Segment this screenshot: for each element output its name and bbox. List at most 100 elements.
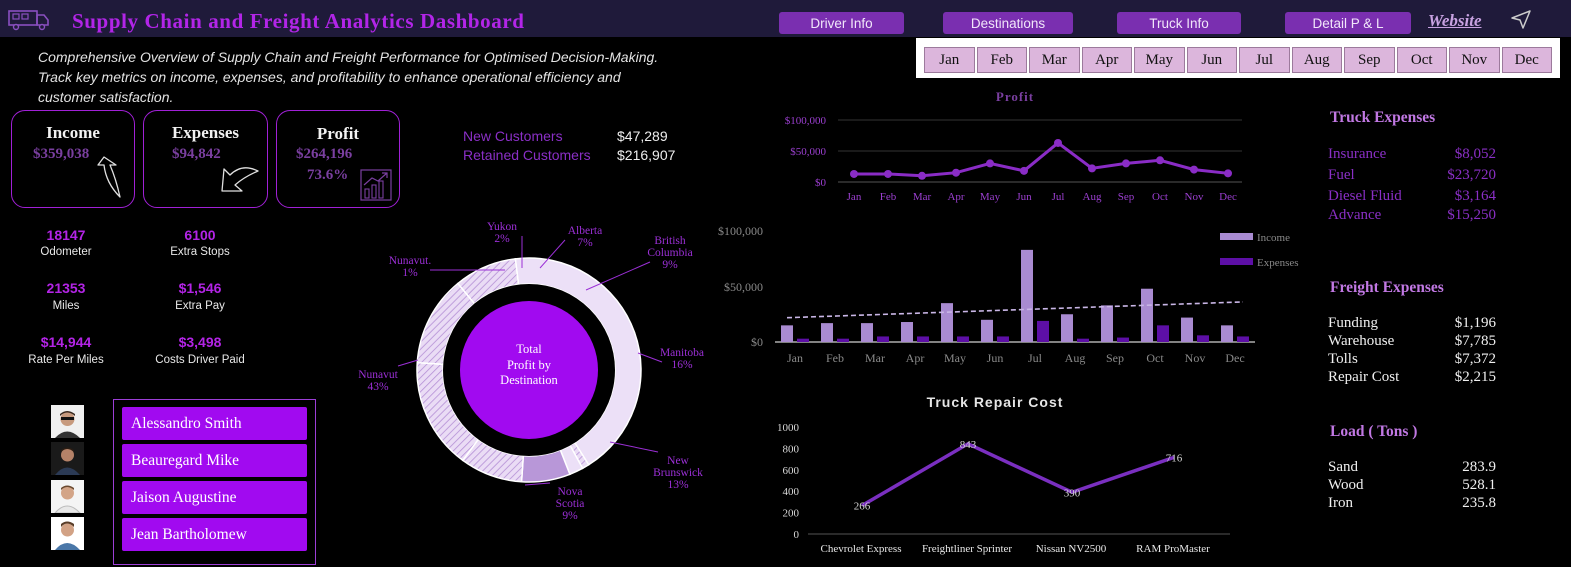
- profit-xtick-mar: Mar: [913, 191, 932, 203]
- repair-ytick-800: 800: [783, 443, 800, 455]
- bar-xtick-dec: Dec: [1225, 351, 1244, 365]
- month-slicer: Jan Feb Mar Apr May Jun Jul Aug Sep Oct …: [916, 38, 1560, 78]
- month-oct-button[interactable]: Oct: [1396, 47, 1447, 73]
- new-customers-value: $47,289: [617, 128, 668, 144]
- retained-customers-value: $216,907: [617, 147, 676, 163]
- bar-ytick-0: $0: [751, 335, 763, 349]
- truck-expenses-title: Truck Expenses: [1330, 109, 1436, 126]
- profit-chart-title: Profit: [996, 89, 1034, 104]
- send-icon[interactable]: [1510, 9, 1532, 29]
- rate-per-miles-value: $14,944: [40, 334, 92, 350]
- income-bar-jun: [981, 319, 993, 342]
- nav-destinations-button[interactable]: Destinations: [943, 12, 1073, 34]
- bar-xtick-mar: Mar: [865, 351, 885, 365]
- new-customers-label: New Customers: [463, 128, 563, 144]
- expenses-card: Expenses $94,842: [143, 110, 268, 208]
- month-jun-button[interactable]: Jun: [1186, 47, 1237, 73]
- profit-by-destination-donut: Total Profit by Destination Nunavut 43% Nu…: [358, 221, 704, 520]
- freight-expense-funding-label: Funding: [1328, 315, 1379, 331]
- load-title: Load ( Tons ): [1330, 423, 1418, 440]
- load-iron-value: 235.8: [1462, 495, 1496, 511]
- rate-per-miles-label: Rate Per Miles: [28, 354, 104, 366]
- donut-leader-manitoba: [637, 352, 663, 363]
- profit-xtick-dec: Dec: [1219, 191, 1237, 203]
- miles-value: 21353: [46, 280, 86, 296]
- freight-expense-repair-cost-label: Repair Cost: [1328, 369, 1400, 385]
- month-may-button[interactable]: May: [1134, 47, 1185, 73]
- expenses-bar-may: [957, 336, 969, 342]
- costs-driver-paid-label: Costs Driver Paid: [155, 354, 245, 366]
- nav-truck-info-button[interactable]: Truck Info: [1117, 12, 1241, 34]
- dashboard-subtitle: Comprehensive Overview of Supply Chain a…: [38, 49, 659, 105]
- profit-line: [854, 141, 1229, 178]
- profit-card: Profit $264,196 73.6%: [276, 110, 400, 208]
- profit-xtick-oct: Oct: [1152, 191, 1168, 203]
- donut-label-nunavut: Nunavut 43%: [358, 369, 398, 393]
- bar-xtick-nov: Nov: [1185, 351, 1206, 365]
- donut-center-line-2: Profit by: [507, 358, 552, 372]
- bar-xtick-jun: Jun: [987, 351, 1004, 365]
- repair-ytick-400: 400: [783, 486, 800, 498]
- bar-xtick-may: May: [944, 351, 966, 365]
- bar-xtick-oct: Oct: [1146, 351, 1164, 365]
- website-link[interactable]: Website: [1428, 11, 1482, 31]
- truck-expense-insurance-value: $8,052: [1454, 146, 1496, 162]
- freight-expense-funding-value: $1,196: [1454, 315, 1496, 331]
- freight-expense-repair-cost-value: $2,215: [1454, 369, 1496, 385]
- freight-expenses-title: Freight Expenses: [1330, 279, 1444, 296]
- driver-beauregard-mike-button[interactable]: Beauregard Mike: [122, 444, 307, 477]
- month-apr-button[interactable]: Apr: [1081, 47, 1132, 73]
- legend-expenses-label: Expenses: [1257, 257, 1299, 269]
- nav-driver-info-button[interactable]: Driver Info: [779, 12, 904, 34]
- profit-point-jan: [850, 169, 858, 178]
- profit-xtick-nov: Nov: [1185, 191, 1204, 203]
- repair-ytick-1000: 1000: [777, 422, 800, 434]
- month-jul-button[interactable]: Jul: [1239, 47, 1290, 73]
- month-mar-button[interactable]: Mar: [1029, 47, 1080, 73]
- repair-xtick-chevrolet-express: Chevrolet Express: [821, 543, 902, 555]
- month-feb-button[interactable]: Feb: [976, 47, 1027, 73]
- month-jan-button[interactable]: Jan: [924, 47, 975, 73]
- arrow-down-icon: [221, 167, 259, 192]
- profit-ytick-100000: $100,000: [785, 115, 827, 127]
- load-sand-label: Sand: [1328, 459, 1358, 475]
- income-bar-apr: [901, 322, 913, 342]
- driver-avatar-jean: [51, 517, 84, 550]
- donut-label-manitoba: Manitoba 16%: [660, 347, 704, 371]
- month-sep-button[interactable]: Sep: [1344, 47, 1395, 73]
- month-dec-button[interactable]: Dec: [1501, 47, 1552, 73]
- profit-point-feb: [884, 169, 892, 178]
- profit-point-dec: [1224, 169, 1232, 178]
- bar-xtick-jan: Jan: [787, 351, 803, 365]
- repair-chart-title: Truck Repair Cost: [927, 394, 1064, 410]
- repair-ytick-0: 0: [794, 529, 800, 541]
- driver-alessandro-smith-button[interactable]: Alessandro Smith: [122, 407, 307, 440]
- truck-expense-insurance-label: Insurance: [1328, 146, 1387, 162]
- odometer-label: Odometer: [40, 246, 92, 258]
- month-nov-button[interactable]: Nov: [1449, 47, 1500, 73]
- truck-repair-cost-chart: Truck Repair Cost 0 200 400 600 800 1000 266 Ch…: [777, 394, 1230, 555]
- truck-expense-fuel-label: Fuel: [1328, 167, 1355, 183]
- driver-jean-bartholomew-button[interactable]: Jean Bartholomew: [122, 518, 307, 551]
- bar-xtick-apr: Apr: [906, 351, 925, 365]
- extra-pay-label: Extra Pay: [175, 300, 225, 312]
- repair-ytick-200: 200: [783, 508, 800, 520]
- profit-point-sep: [1122, 159, 1130, 168]
- donut-label-british-columbia: British Columbia 9%: [647, 235, 692, 271]
- profit-point-jun: [1020, 166, 1028, 175]
- profit-xtick-aug: Aug: [1083, 191, 1102, 203]
- driver-avatar-alessandro: [51, 405, 84, 438]
- truck-expense-advance-label: Advance: [1328, 207, 1382, 223]
- extra-pay-value: $1,546: [178, 280, 222, 296]
- profit-point-aug: [1088, 164, 1096, 173]
- profit-xtick-jun: Jun: [1016, 191, 1032, 203]
- load-sand-value: 283.9: [1462, 459, 1496, 475]
- driver-jaison-augustine-button[interactable]: Jaison Augustine: [122, 481, 307, 514]
- month-aug-button[interactable]: Aug: [1291, 47, 1342, 73]
- truck-expense-diesel-fluid-label: Diesel Fluid: [1328, 188, 1402, 204]
- donut-label-alberta: Alberta 7%: [568, 225, 602, 249]
- donut-leader-nova-scotia: [524, 482, 551, 486]
- nav-detail-pl-button[interactable]: Detail P & L: [1285, 12, 1411, 34]
- legend-expenses-swatch: [1220, 258, 1253, 265]
- repair-data-label-nissan-nv2500: 390: [1064, 487, 1081, 499]
